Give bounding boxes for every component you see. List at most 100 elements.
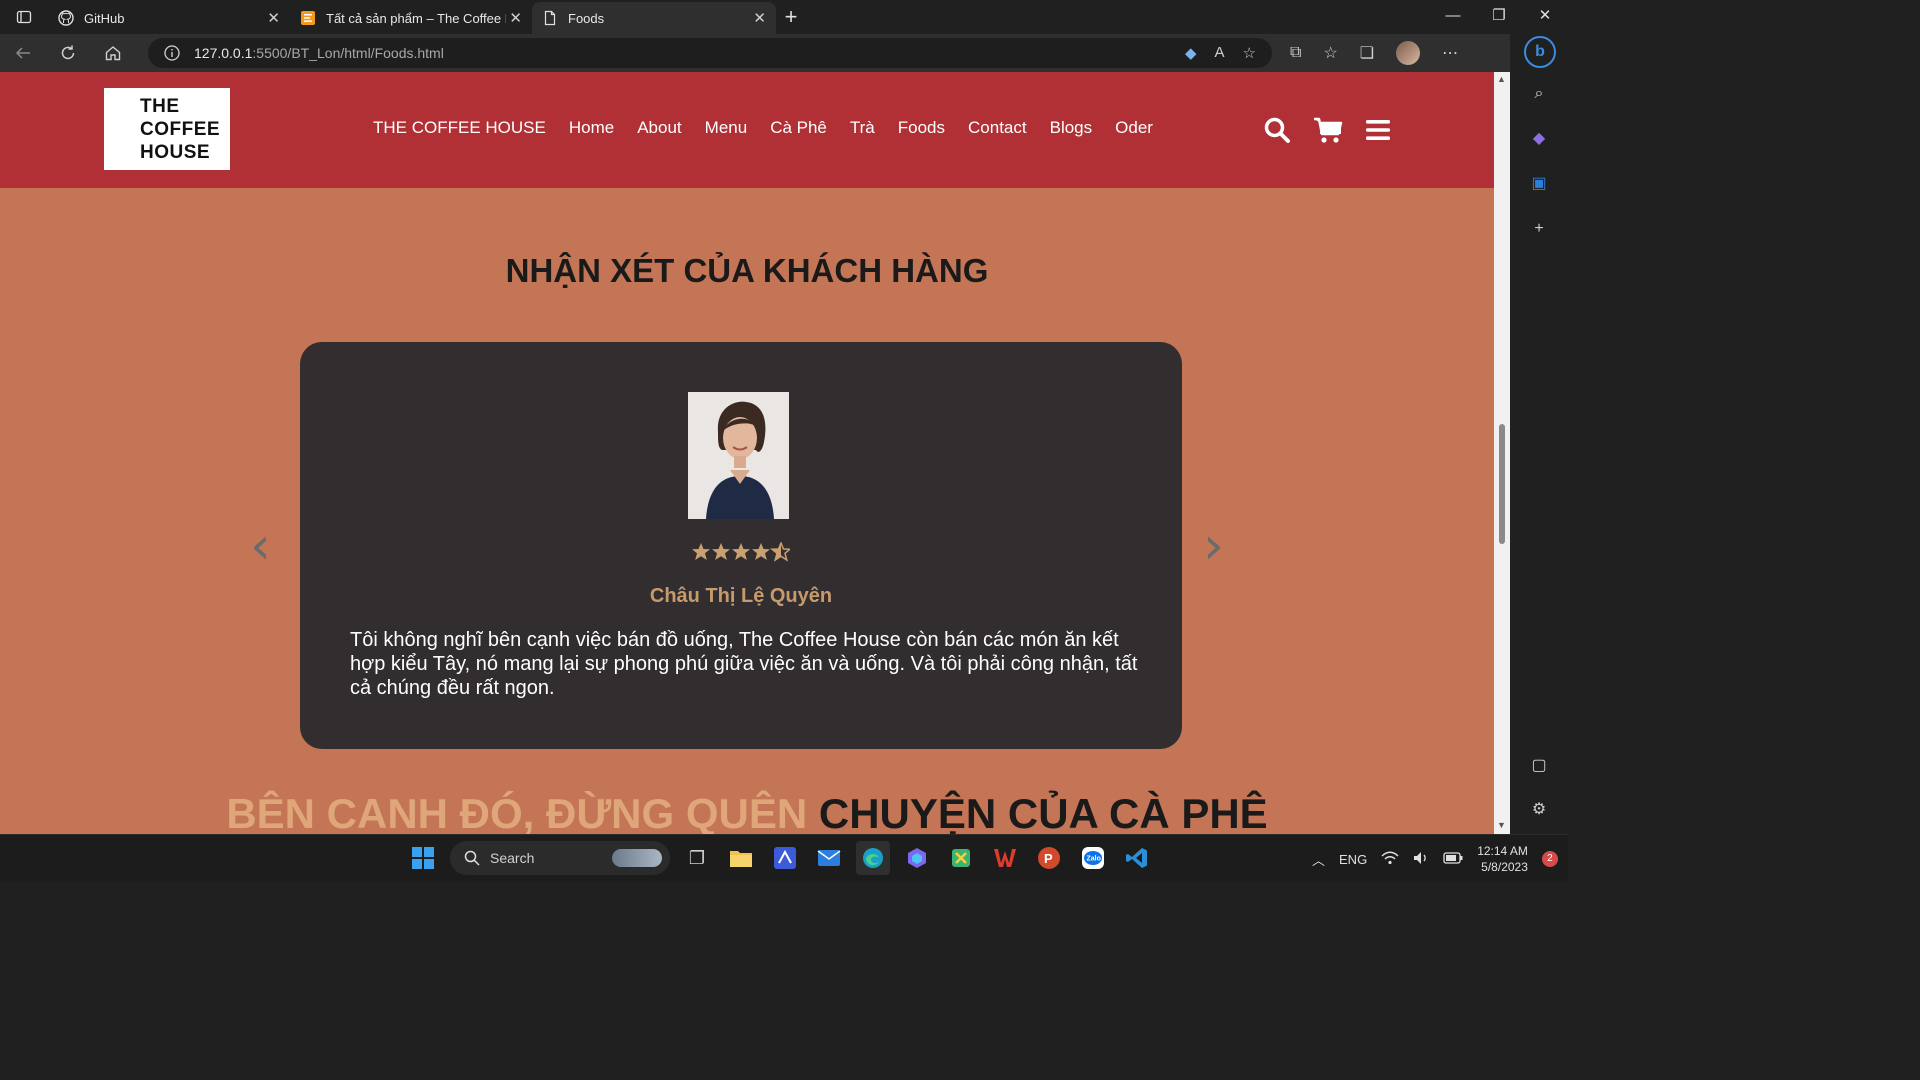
clock[interactable]: 12:14 AM 5/8/2023 <box>1477 843 1528 875</box>
nav-blogs[interactable]: Blogs <box>1050 118 1093 138</box>
start-windows-icon[interactable] <box>406 841 440 875</box>
chevron-up-icon[interactable]: ︿ <box>1312 850 1325 869</box>
close-window-icon[interactable]: ✕ <box>1522 0 1568 34</box>
minimize-icon[interactable]: — <box>1430 0 1476 34</box>
reviews-heading: NHẬN XÉT CỦA KHÁCH HÀNG <box>505 252 989 289</box>
nav-ca-phe[interactable]: Cà Phê <box>770 118 827 138</box>
site-logo[interactable]: THE COFFEE HOUSE <box>104 88 230 170</box>
powerpoint-icon[interactable]: P <box>1032 841 1066 875</box>
shopping-tag-icon[interactable]: ◆ <box>1185 44 1197 62</box>
heading-part-dark: CHUYỆN CỦA CÀ PHÊ <box>818 790 1268 834</box>
tab-github[interactable]: GitHub ✕ <box>48 2 290 34</box>
window-controls: — ❐ ✕ <box>1430 0 1568 34</box>
search-icon[interactable]: ⌕ <box>1529 84 1549 104</box>
nav-foods[interactable]: Foods <box>898 118 945 138</box>
menu-bars-icon[interactable] <box>1365 116 1391 144</box>
bing-chat-icon[interactable]: b <box>1524 36 1556 68</box>
close-tab-icon[interactable]: ✕ <box>753 9 766 27</box>
scroll-down-icon[interactable]: ▼ <box>1497 820 1506 830</box>
nav-about[interactable]: About <box>637 118 681 138</box>
taskbar-search-label: Search <box>490 850 535 866</box>
back-arrow-icon <box>15 46 30 59</box>
add-sidebar-app-icon[interactable]: + <box>1529 219 1549 239</box>
app-blue-icon[interactable] <box>768 841 802 875</box>
favorites-icon[interactable]: ☆ <box>1323 43 1337 63</box>
mail-icon[interactable] <box>812 841 846 875</box>
site-info-icon[interactable] <box>164 45 180 61</box>
restore-icon[interactable]: ❐ <box>1476 0 1522 34</box>
omnibox-actions: ◆ A ☆ <box>1185 44 1256 62</box>
nav-menu[interactable]: Menu <box>705 118 748 138</box>
notification-badge[interactable]: 2 <box>1541 851 1558 867</box>
web-page: THE COFFEE HOUSE THE COFFEE HOUSE Home A… <box>0 72 1494 834</box>
snipping-tool-icon[interactable] <box>944 841 978 875</box>
copilot-app-icon[interactable] <box>900 841 934 875</box>
main-nav: THE COFFEE HOUSE Home About Menu Cà Phê … <box>373 118 1153 138</box>
scroll-thumb[interactable] <box>1499 424 1505 544</box>
volume-icon[interactable] <box>1413 851 1429 868</box>
refresh-button[interactable] <box>45 40 90 67</box>
page-icon <box>544 10 556 26</box>
url-host: 127.0.0.1 <box>194 45 253 61</box>
url-field[interactable]: 127.0.0.1:5500/BT_Lon/html/Foods.html ◆ … <box>148 38 1272 68</box>
reviewer-portrait-image <box>688 392 789 519</box>
nav-oder[interactable]: Oder <box>1115 118 1153 138</box>
tab-label: Foods <box>568 10 605 26</box>
tab-coffee-house-products[interactable]: Tất cả sản phẩm – The Coffee House ✕ <box>290 2 532 34</box>
coffee-house-favicon-icon <box>301 11 315 25</box>
tab-actions-button[interactable] <box>0 0 48 34</box>
more-options-icon[interactable]: ⋯ <box>1442 43 1458 63</box>
copilot-icon[interactable]: ◆ <box>1529 129 1549 149</box>
clock-date: 5/8/2023 <box>1481 860 1528 874</box>
extensions-icon[interactable]: ⧉ <box>1290 44 1301 62</box>
edge-browser-icon[interactable] <box>856 841 890 875</box>
svg-text:Zalo: Zalo <box>1087 856 1101 863</box>
nav-tra[interactable]: Trà <box>850 118 875 138</box>
new-tab-button[interactable]: + <box>776 4 806 30</box>
scroll-up-icon[interactable]: ▲ <box>1497 74 1506 84</box>
close-tab-icon[interactable]: ✕ <box>267 9 280 27</box>
system-tray: ︿ ENG 12:14 AM 5/8/2023 2 <box>1312 835 1558 883</box>
search-highlight-image <box>612 849 662 867</box>
language-indicator[interactable]: ENG <box>1339 852 1367 867</box>
home-button[interactable] <box>90 40 135 67</box>
review-card: Châu Thị Lệ Quyên Tôi không nghĩ bên cạn… <box>300 342 1182 749</box>
task-view-icon[interactable]: ❐ <box>680 841 714 875</box>
back-button[interactable] <box>0 40 45 67</box>
coffee-story-heading: BÊN CANH ĐÓ, ĐỪNG QUÊN CHUYỆN CỦA CÀ PHÊ <box>0 790 1494 834</box>
collections-icon[interactable]: ❏ <box>1360 43 1374 63</box>
github-icon <box>58 10 74 26</box>
file-explorer-icon[interactable] <box>724 841 758 875</box>
profile-avatar[interactable] <box>1396 41 1421 65</box>
clock-time: 12:14 AM <box>1477 844 1528 858</box>
taskbar-search[interactable]: Search <box>450 841 670 875</box>
search-icon[interactable] <box>1263 116 1291 144</box>
site-header: THE COFFEE HOUSE THE COFFEE HOUSE Home A… <box>0 72 1494 188</box>
read-aloud-icon[interactable]: A <box>1215 44 1225 62</box>
nav-home[interactable]: Home <box>569 118 614 138</box>
cart-icon[interactable] <box>1313 116 1343 144</box>
tab-label: GitHub <box>84 10 125 26</box>
add-favorite-icon[interactable]: ☆ <box>1243 44 1256 62</box>
prev-review-chevron-left-icon[interactable]: ‹ <box>250 520 271 572</box>
nav-brand[interactable]: THE COFFEE HOUSE <box>373 118 546 138</box>
outlook-icon[interactable]: ▣ <box>1529 174 1549 194</box>
home-icon <box>105 45 120 60</box>
heading-part-highlight: BÊN CANH ĐÓ, ĐỪNG QUÊN <box>226 790 808 834</box>
sidebar-layout-icon[interactable]: ▢ <box>1529 756 1549 776</box>
tab-foods[interactable]: Foods ✕ <box>532 2 776 34</box>
taskbar-apps: Search ❐ P Zalo <box>406 841 1154 875</box>
close-tab-icon[interactable]: ✕ <box>509 9 522 27</box>
vscode-icon[interactable] <box>1120 841 1154 875</box>
settings-gear-icon[interactable]: ⚙ <box>1529 800 1549 820</box>
battery-icon[interactable] <box>1443 851 1463 867</box>
edge-sidebar: b ⌕ ◆ ▣ + ▢ ⚙ <box>1510 34 1568 834</box>
next-review-chevron-right-icon[interactable]: › <box>1203 520 1224 572</box>
nav-contact[interactable]: Contact <box>968 118 1027 138</box>
logo-line: HOUSE <box>140 141 211 163</box>
browser-tab-bar: GitHub ✕ Tất cả sản phẩm – The Coffee Ho… <box>0 0 1568 34</box>
page-scrollbar[interactable]: ▲ ▼ <box>1494 72 1510 834</box>
wps-office-icon[interactable] <box>988 841 1022 875</box>
zalo-icon[interactable]: Zalo <box>1076 841 1110 875</box>
wifi-icon[interactable] <box>1381 851 1399 868</box>
